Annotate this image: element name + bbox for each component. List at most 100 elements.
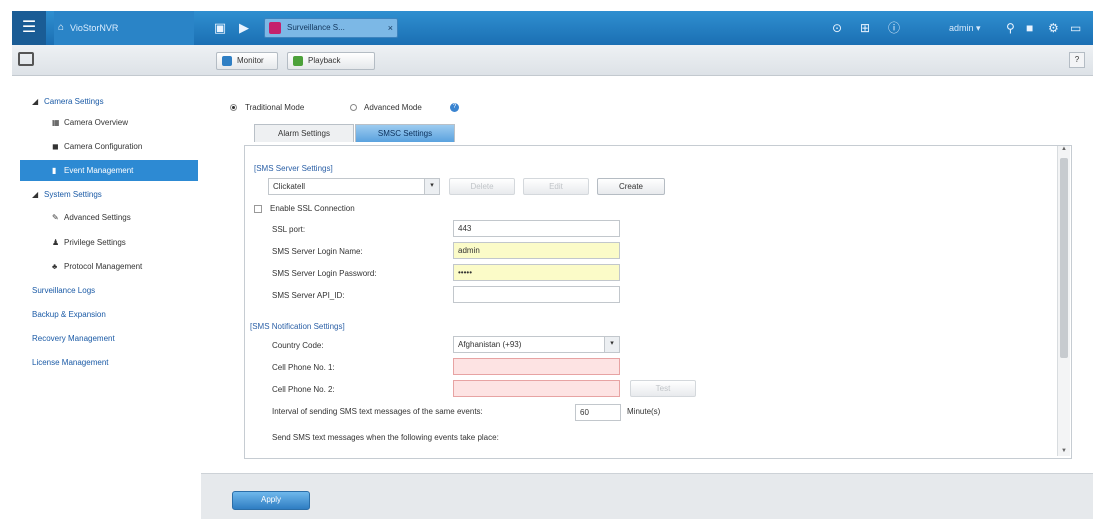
scroll-up-icon[interactable]: ▲ — [1058, 146, 1070, 152]
traditional-mode-label: Traditional Mode — [245, 103, 305, 112]
sms-server-section-title: [SMS Server Settings] — [254, 164, 333, 173]
sidebar-item-label: Camera Settings — [44, 97, 104, 106]
login-name-input[interactable]: admin — [453, 242, 620, 259]
camera-icon: ◼ — [52, 142, 59, 151]
sidebar-item-event-management[interactable]: ▮ Event Management — [52, 166, 133, 175]
user-name: admin — [949, 23, 974, 33]
sidebar-item-label: Event Management — [64, 166, 134, 175]
delete-button[interactable]: Delete — [449, 178, 515, 195]
chevron-down-icon: ▾ — [604, 337, 619, 352]
sidebar-item-label: Camera Configuration — [64, 142, 143, 151]
sidebar-item-camera-overview[interactable]: ▦ Camera Overview — [52, 118, 128, 127]
sms-provider-value: Clickatell — [273, 182, 306, 191]
advanced-mode-label: Advanced Mode — [364, 103, 422, 112]
chevron-down-icon: ▾ — [424, 179, 439, 194]
collapse-icon: ◢ — [32, 190, 39, 199]
traditional-mode-radio[interactable] — [230, 104, 237, 111]
dashboard-icon[interactable]: ⊞ — [860, 18, 870, 38]
advanced-mode-radio[interactable] — [350, 104, 357, 111]
tab-alarm-settings[interactable]: Alarm Settings — [254, 124, 354, 142]
help-button[interactable]: ? — [1069, 52, 1085, 68]
sidebar-item-label: Camera Overview — [64, 118, 129, 127]
ssl-label: Enable SSL Connection — [270, 204, 355, 213]
top-bar: ☰ ⌂ VioStorNVR ▣ ▶ Surveillance S... × ⊙… — [12, 11, 1093, 45]
playback-button[interactable]: Playback — [287, 52, 375, 70]
events-label: Send SMS text messages when the followin… — [272, 433, 499, 442]
sidebar-item-system-settings[interactable]: ◢ System Settings — [32, 190, 102, 199]
test-button[interactable]: Test — [630, 380, 696, 397]
tab-title: Surveillance S... — [287, 23, 345, 32]
brand-label: VioStorNVR — [70, 23, 119, 33]
home-icon: ⌂ — [58, 22, 65, 33]
playback-label: Playback — [308, 56, 341, 65]
ssl-port-label: SSL port: — [272, 225, 306, 234]
sidebar-item-recovery-management[interactable]: Recovery Management — [32, 334, 115, 343]
tab-smsc-settings[interactable]: SMSC Settings — [355, 124, 455, 142]
country-code-label: Country Code: — [272, 341, 324, 350]
tab-close-icon[interactable]: × — [388, 19, 393, 37]
cell-phone-2-input[interactable] — [453, 380, 620, 397]
sidebar-item-camera-configuration[interactable]: ◼ Camera Configuration — [52, 142, 142, 151]
sidebar-item-license-management[interactable]: License Management — [32, 358, 109, 367]
vertical-scrollbar[interactable]: ▲ ▼ — [1057, 146, 1070, 456]
sidebar-item-surveillance-logs[interactable]: Surveillance Logs — [32, 286, 95, 295]
user-menu[interactable]: admin ▾ — [949, 18, 981, 38]
user-icon: ♟ — [52, 238, 60, 247]
surveillance-app-tab[interactable]: Surveillance S... × — [264, 18, 398, 38]
surveillance-app-icon — [269, 22, 281, 34]
sms-provider-select[interactable]: Clickatell ▾ — [268, 178, 440, 195]
sidebar-item-backup-expansion[interactable]: Backup & Expansion — [32, 310, 106, 319]
event-icon: ▮ — [52, 166, 57, 175]
monitor-app-icon[interactable]: ▣ — [210, 18, 230, 38]
cell-phone-2-label: Cell Phone No. 2: — [272, 385, 335, 394]
help-icon[interactable]: ? — [450, 103, 459, 112]
login-name-label: SMS Server Login Name: — [272, 247, 363, 256]
play-icon[interactable]: ▶ — [234, 18, 254, 38]
cell-phone-1-input[interactable] — [453, 358, 620, 375]
create-button[interactable]: Create — [597, 178, 665, 195]
login-password-label: SMS Server Login Password: — [272, 269, 377, 278]
ssl-port-input[interactable]: 443 — [453, 220, 620, 237]
info-icon[interactable]: ⓘ — [888, 18, 900, 38]
search-icon[interactable]: ⚲ — [1006, 18, 1015, 38]
sms-notification-section-title: [SMS Notification Settings] — [250, 322, 345, 331]
overview-icon: ▦ — [52, 118, 60, 127]
monitor-label: Monitor — [237, 56, 264, 65]
sidebar-item-privilege-settings[interactable]: ♟ Privilege Settings — [52, 238, 126, 247]
main-menu-icon[interactable]: ☰ — [12, 11, 46, 45]
ssl-checkbox[interactable] — [254, 205, 262, 213]
brand-tab[interactable]: ⌂ VioStorNVR — [54, 11, 194, 45]
interval-label: Interval of sending SMS text messages of… — [272, 407, 483, 416]
notification-icon[interactable]: ■ — [1026, 18, 1033, 38]
scrollbar-thumb[interactable] — [1060, 158, 1068, 358]
sidebar-item-camera-settings[interactable]: ◢ Camera Settings — [32, 97, 104, 106]
apply-button[interactable]: Apply — [232, 491, 310, 510]
settings-icon[interactable]: ⚙ — [1048, 18, 1059, 38]
playback-icon — [293, 56, 303, 66]
interval-unit-label: Minute(s) — [627, 407, 661, 416]
country-code-select[interactable]: Afghanistan (+93) ▾ — [453, 336, 620, 353]
user-caret-icon: ▾ — [976, 23, 981, 33]
login-password-input[interactable]: ••••• — [453, 264, 620, 281]
display-icon[interactable]: ▭ — [1070, 18, 1081, 38]
edit-button[interactable]: Edit — [523, 178, 589, 195]
sidebar-item-label: Advanced Settings — [64, 213, 131, 222]
sidebar-item-advanced-settings[interactable]: ✎ Advanced Settings — [52, 213, 131, 222]
scroll-down-icon[interactable]: ▼ — [1058, 448, 1070, 454]
sidebar-item-label: System Settings — [44, 190, 102, 199]
network-icon: ♣ — [52, 262, 58, 271]
api-id-input[interactable] — [453, 286, 620, 303]
interval-input[interactable]: 60 — [575, 404, 621, 421]
sidebar-item-protocol-management[interactable]: ♣ Protocol Management — [52, 262, 142, 271]
country-code-value: Afghanistan (+93) — [458, 340, 522, 349]
collapse-icon: ◢ — [32, 97, 39, 106]
cell-phone-1-label: Cell Phone No. 1: — [272, 363, 335, 372]
view-toggle-icon[interactable] — [18, 52, 34, 66]
monitor-button[interactable]: Monitor — [216, 52, 278, 70]
sub-toolbar: Monitor Playback ? — [12, 45, 1093, 76]
api-id-label: SMS Server API_ID: — [272, 291, 345, 300]
sidebar-item-label: Protocol Management — [64, 262, 143, 271]
footer-bar: Apply — [201, 473, 1093, 519]
monitor-icon — [222, 56, 232, 66]
refresh-icon[interactable]: ⊙ — [832, 18, 842, 38]
